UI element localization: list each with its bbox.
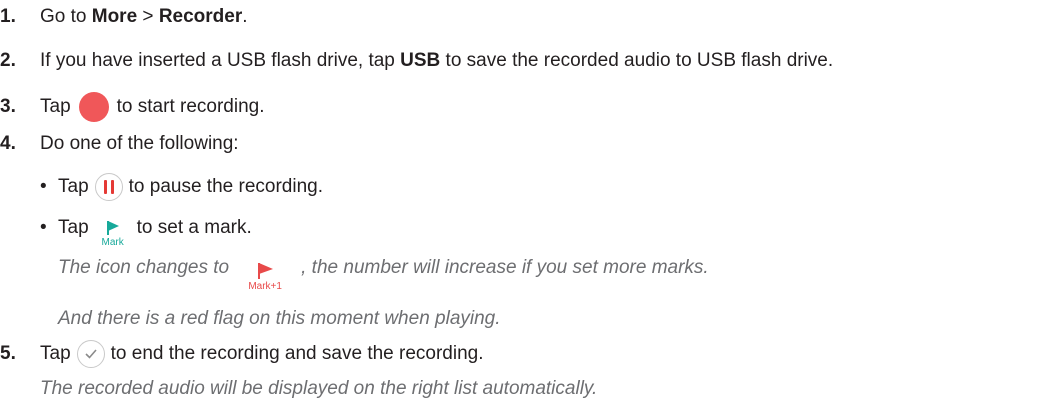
bullet-text-end: to pause the recording.: [128, 176, 323, 197]
step-text: If you have inserted a USB flash drive, …: [40, 50, 401, 71]
flag-glyph: [106, 221, 119, 235]
flag-icon: Mark: [95, 220, 131, 248]
bullet-dot: •: [40, 176, 47, 197]
flag-label: Mark+1: [248, 281, 282, 292]
note-text: The icon changes to: [58, 257, 230, 278]
step-text-end: .: [242, 6, 248, 27]
step-number: 1.: [0, 6, 16, 27]
step-number: 4.: [0, 133, 16, 154]
bullet-text: Tap: [58, 217, 89, 238]
bullet-pause: • Tap to pause the recording.: [40, 173, 323, 201]
record-icon: [78, 92, 109, 122]
bullet-mark: • Tap Mark to set a mark.: [40, 214, 252, 248]
bullet-dot: •: [40, 217, 47, 238]
menu-more: More: [91, 6, 138, 27]
separator: >: [137, 6, 159, 27]
red-flag-icon: Mark+1: [235, 262, 295, 292]
flag-glyph: [258, 263, 274, 279]
step-text: Go to: [40, 6, 92, 27]
step-number: 5.: [0, 343, 16, 364]
step-2: 2. If you have inserted a USB flash driv…: [0, 49, 833, 73]
step-3: 3. Tap to start recording.: [0, 92, 264, 122]
note-text: The recorded audio will be displayed on …: [40, 378, 598, 399]
check-glyph: [85, 349, 97, 359]
step-text: Tap: [40, 343, 71, 364]
step-4: 4. Do one of the following:: [0, 132, 239, 156]
bullet-text-end: to set a mark.: [136, 217, 252, 238]
note-mark-change: The icon changes to Mark+1 , the number …: [58, 253, 709, 292]
step-text: Do one of the following:: [40, 133, 239, 154]
step-number: 3.: [0, 96, 16, 117]
step-text: Tap: [40, 96, 71, 117]
step-text-end: to end the recording and save the record…: [110, 343, 484, 364]
note-recorded-list: The recorded audio will be displayed on …: [40, 377, 597, 401]
check-circle-icon: [76, 340, 105, 368]
step-1: 1. Go to More > Recorder .: [0, 5, 248, 29]
note-red-flag: And there is a red flag on this moment w…: [58, 307, 501, 331]
step-text-end: to save the recorded audio to USB flash …: [440, 50, 834, 71]
flag-label: Mark: [101, 237, 124, 248]
menu-recorder: Recorder: [158, 6, 243, 27]
note-text-end: , the number will increase if you set mo…: [301, 257, 709, 278]
bullet-text: Tap: [58, 176, 89, 197]
step-number: 2.: [0, 50, 16, 71]
pause-icon: [94, 173, 123, 201]
usb-option: USB: [400, 50, 441, 71]
note-text: And there is a red flag on this moment w…: [58, 308, 501, 329]
step-5: 5. Tap to end the recording and save the…: [0, 340, 484, 368]
step-text-end: to start recording.: [116, 96, 265, 117]
